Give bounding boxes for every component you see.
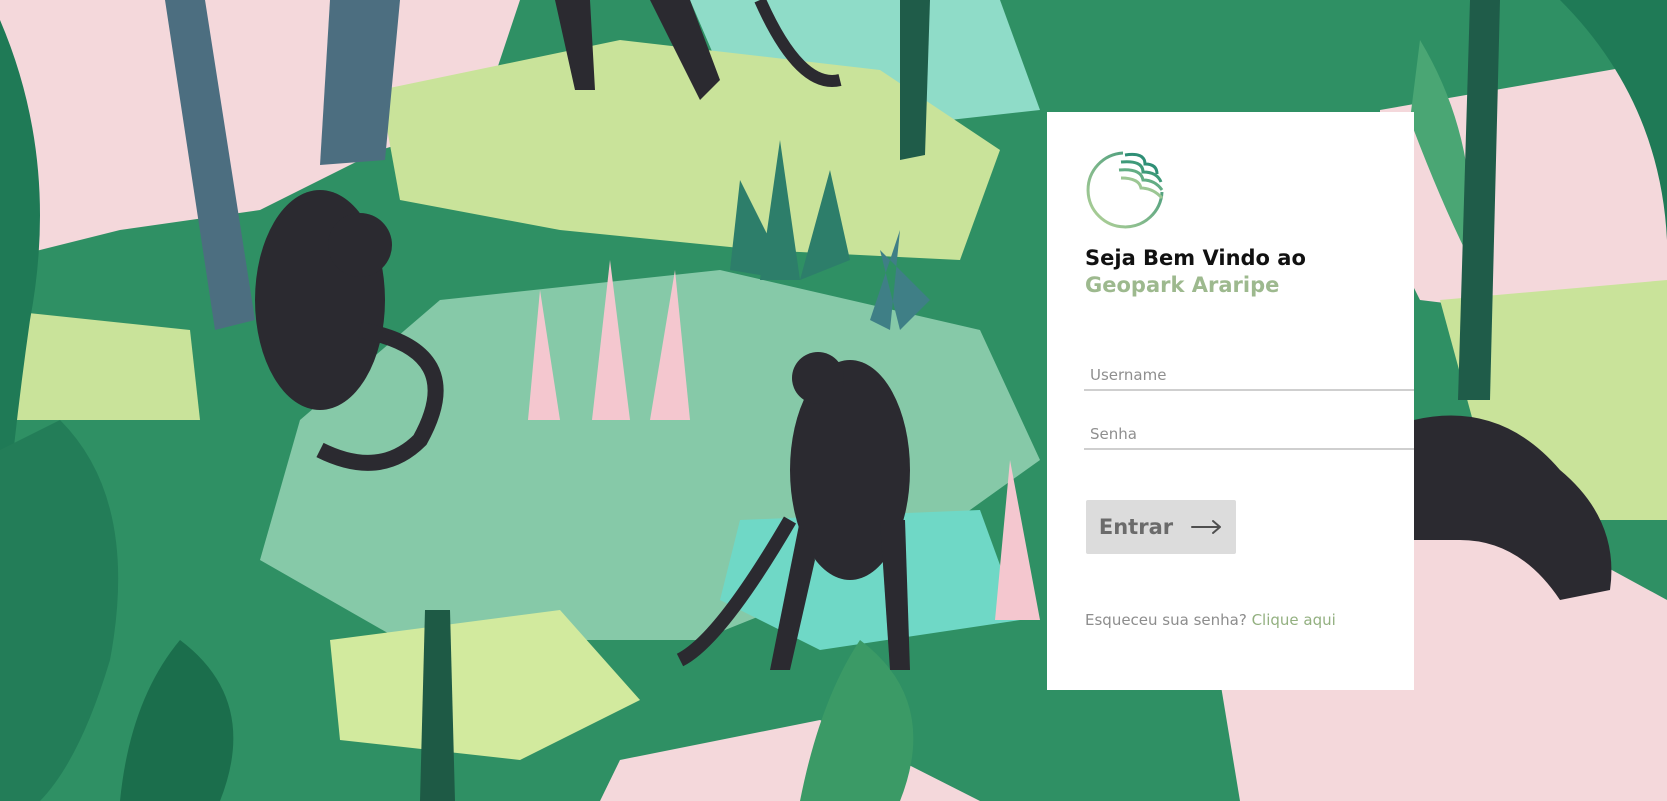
login-card: Seja Bem Vindo ao Geopark Araripe Entrar… [1047, 112, 1414, 690]
forgot-password-link[interactable]: Clique aqui [1252, 611, 1336, 629]
welcome-line-2: Geopark Araripe [1085, 273, 1280, 297]
welcome-line-1: Seja Bem Vindo ao [1085, 246, 1306, 270]
submit-button[interactable]: Entrar [1086, 500, 1236, 554]
login-page: Seja Bem Vindo ao Geopark Araripe Entrar… [0, 0, 1667, 801]
arrow-right-icon [1191, 520, 1222, 534]
welcome-heading: Seja Bem Vindo ao Geopark Araripe [1085, 245, 1306, 299]
geopark-logo-icon [1086, 151, 1164, 229]
jungle-background-illustration [0, 0, 1667, 801]
password-input[interactable] [1084, 420, 1414, 450]
submit-label: Entrar [1098, 515, 1174, 539]
username-input[interactable] [1084, 361, 1414, 391]
forgot-password: Esqueceu sua senha? Clique aqui [1085, 611, 1336, 629]
forgot-password-text: Esqueceu sua senha? [1085, 611, 1247, 629]
